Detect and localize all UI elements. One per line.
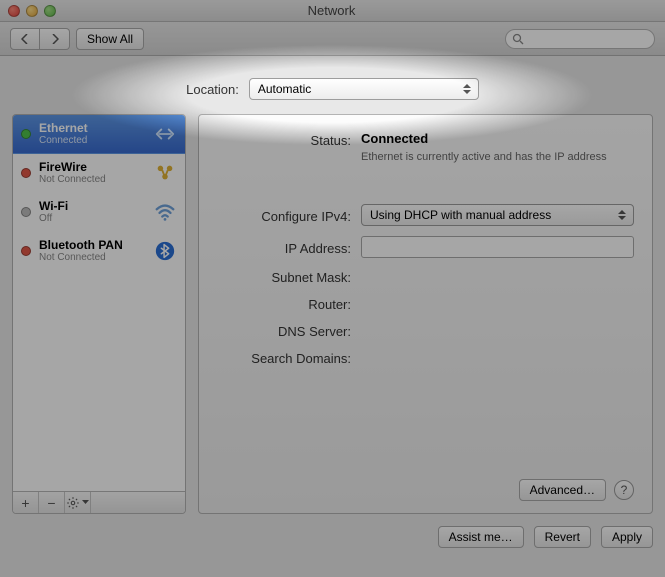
- apply-button[interactable]: Apply: [601, 526, 653, 548]
- nav-segment: [10, 28, 70, 50]
- configure-ipv4-label: Configure IPv4:: [211, 207, 361, 224]
- detail-panel: Status: Connected Ethernet is currently …: [198, 114, 653, 514]
- ip-address-input[interactable]: [361, 236, 634, 258]
- chevron-down-icon: [82, 500, 89, 505]
- help-button[interactable]: ?: [614, 480, 634, 500]
- assist-button[interactable]: Assist me…: [438, 526, 524, 548]
- service-list: EthernetConnectedFireWireNot ConnectedWi…: [13, 115, 185, 491]
- sidebar-item-ethernet[interactable]: EthernetConnected: [13, 115, 185, 154]
- configure-ipv4-value: Using DHCP with manual address: [370, 208, 551, 222]
- ip-address-label: IP Address:: [211, 239, 361, 256]
- service-name: Bluetooth PAN: [39, 238, 145, 252]
- router-label: Router:: [211, 295, 361, 312]
- toolbar: Show All: [0, 22, 665, 56]
- zoom-icon[interactable]: [44, 5, 56, 17]
- action-menu-button[interactable]: [65, 492, 91, 513]
- search-icon: [512, 33, 524, 45]
- advanced-button[interactable]: Advanced…: [519, 479, 606, 501]
- ethernet-icon: [153, 122, 177, 146]
- service-name: Wi-Fi: [39, 199, 145, 213]
- subnet-mask-label: Subnet Mask:: [211, 268, 361, 285]
- service-status: Not Connected: [39, 252, 145, 264]
- status-dot-icon: [21, 129, 31, 139]
- close-icon[interactable]: [8, 5, 20, 17]
- sidebar-item-firewire[interactable]: FireWireNot Connected: [13, 154, 185, 193]
- status-dot-icon: [21, 168, 31, 178]
- service-text: EthernetConnected: [39, 121, 145, 147]
- remove-button[interactable]: −: [39, 492, 65, 513]
- service-status: Connected: [39, 135, 145, 147]
- service-text: Wi-FiOff: [39, 199, 145, 225]
- firewire-icon: [153, 161, 177, 185]
- sidebar-footer: + −: [13, 491, 185, 513]
- updown-icon: [614, 207, 630, 223]
- revert-button[interactable]: Revert: [534, 526, 591, 548]
- status-subtext: Ethernet is currently active and has the…: [361, 150, 634, 164]
- minimize-icon[interactable]: [26, 5, 38, 17]
- service-text: Bluetooth PANNot Connected: [39, 238, 145, 264]
- chevron-left-icon: [21, 34, 29, 44]
- bottom-buttons: Assist me… Revert Apply: [12, 514, 653, 548]
- location-row: Location: Automatic: [12, 66, 653, 114]
- dns-server-label: DNS Server:: [211, 322, 361, 339]
- back-button[interactable]: [10, 28, 40, 50]
- wifi-icon: [153, 200, 177, 224]
- status-label: Status:: [211, 131, 361, 148]
- traffic-lights: [8, 5, 56, 17]
- configure-ipv4-select[interactable]: Using DHCP with manual address: [361, 204, 634, 226]
- location-value: Automatic: [258, 82, 311, 96]
- chevron-right-icon: [51, 34, 59, 44]
- service-text: FireWireNot Connected: [39, 160, 145, 186]
- status-value: Connected Ethernet is currently active a…: [361, 131, 634, 164]
- search-domains-label: Search Domains:: [211, 349, 361, 366]
- status-dot-icon: [21, 207, 31, 217]
- location-select[interactable]: Automatic: [249, 78, 479, 100]
- sidebar-item-bluetooth-pan[interactable]: Bluetooth PANNot Connected: [13, 232, 185, 271]
- service-status: Off: [39, 213, 145, 225]
- search-input[interactable]: [505, 29, 655, 49]
- forward-button[interactable]: [40, 28, 70, 50]
- updown-icon: [459, 81, 475, 97]
- status-dot-icon: [21, 246, 31, 256]
- gear-icon: [66, 496, 80, 510]
- service-name: Ethernet: [39, 121, 145, 135]
- sidebar: EthernetConnectedFireWireNot ConnectedWi…: [12, 114, 186, 514]
- titlebar: Network: [0, 0, 665, 22]
- window-title: Network: [56, 3, 607, 18]
- location-label: Location:: [186, 82, 239, 97]
- service-status: Not Connected: [39, 174, 145, 186]
- bluetooth-icon: [153, 239, 177, 263]
- service-name: FireWire: [39, 160, 145, 174]
- sidebar-item-wi-fi[interactable]: Wi-FiOff: [13, 193, 185, 232]
- add-button[interactable]: +: [13, 492, 39, 513]
- show-all-button[interactable]: Show All: [76, 28, 144, 50]
